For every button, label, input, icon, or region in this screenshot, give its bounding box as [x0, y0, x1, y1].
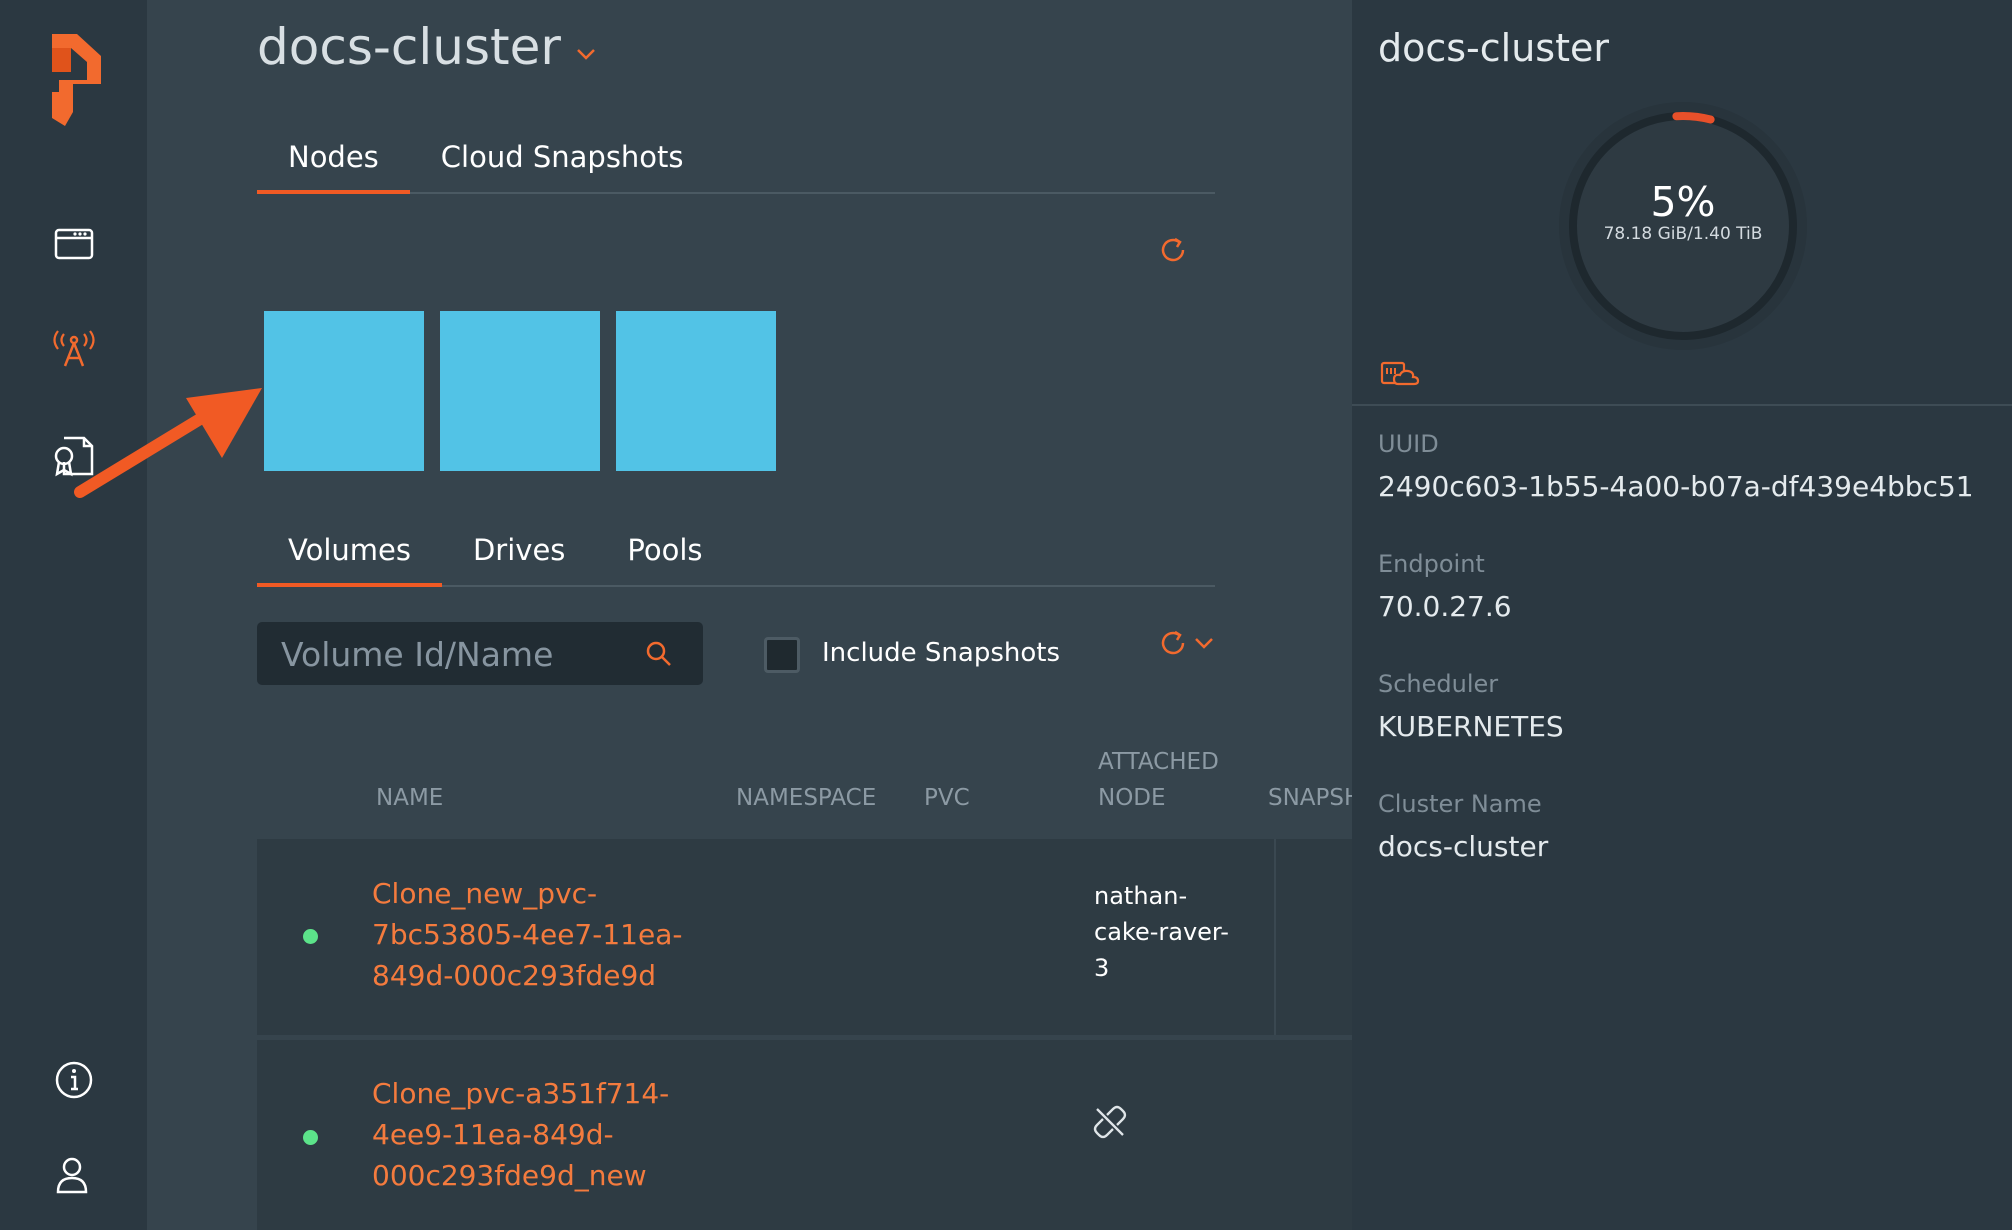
endpoint-value: 70.0.27.6	[1378, 590, 1512, 623]
usage-capacity: 78.18 GiB/1.40 TiB	[1603, 224, 1763, 244]
column-divider	[1274, 839, 1276, 1035]
attached-node: nathan- cake-raver- 3	[1094, 878, 1229, 986]
page-title: docs-cluster	[257, 18, 561, 76]
cloud-storage-icon[interactable]	[1380, 360, 1420, 388]
chevron-down-icon[interactable]	[575, 47, 597, 61]
scheduler-value: KUBERNETES	[1378, 710, 1564, 743]
top-tabs: Nodes Cloud Snapshots	[257, 140, 1215, 194]
tab-cloud-snapshots-label: Cloud Snapshots	[440, 140, 684, 174]
tab-drives-label: Drives	[472, 533, 566, 567]
cluster-name-value: docs-cluster	[1378, 830, 1549, 863]
volume-name-link[interactable]: Clone_new_pvc- 7bc53805-4ee7-11ea- 849d-…	[372, 873, 702, 996]
node-tile[interactable]	[440, 311, 600, 471]
endpoint-label: Endpoint	[1378, 550, 1485, 578]
divider	[1352, 404, 2012, 406]
volume-tabs: Volumes Drives Pools	[257, 533, 1215, 587]
volume-name-line: 7bc53805-4ee7-11ea-	[372, 918, 683, 951]
col-pvc[interactable]: PVC	[924, 780, 970, 816]
refresh-nodes-icon[interactable]	[1157, 234, 1189, 266]
volume-name-line: 849d-000c293fde9d	[372, 959, 657, 992]
scheduler-label: Scheduler	[1378, 670, 1499, 698]
monitoring-icon[interactable]	[50, 326, 98, 374]
annotation-arrow	[74, 388, 262, 498]
sidebar	[0, 0, 147, 1230]
tab-nodes-label: Nodes	[288, 140, 379, 174]
cluster-selector[interactable]: docs-cluster	[257, 18, 597, 76]
table-row[interactable]: Clone_new_pvc- 7bc53805-4ee7-11ea- 849d-…	[257, 839, 1352, 1035]
col-attached-node-line1: ATTACHED	[1098, 749, 1219, 775]
status-online-dot	[303, 929, 318, 944]
info-icon[interactable]	[50, 1056, 98, 1104]
summary-title: docs-cluster	[1378, 26, 1610, 70]
volume-name-line: 000c293fde9d_new	[372, 1159, 647, 1192]
tab-volumes-label: Volumes	[288, 533, 411, 567]
volume-name-line: Clone_new_pvc-	[372, 877, 598, 910]
node-tile[interactable]	[264, 311, 424, 471]
col-attached-node-line2: NODE	[1098, 785, 1166, 811]
tab-pools-label: Pools	[627, 533, 703, 567]
status-online-dot	[303, 1130, 318, 1145]
table-row[interactable]: Clone_pvc-a351f714- 4ee9-11ea-849d- 000c…	[257, 1040, 1352, 1230]
col-snapshots[interactable]: SNAPSH	[1268, 780, 1361, 816]
main-panel: docs-cluster Nodes Cloud Snapshots Volum…	[147, 0, 1361, 1230]
attached-node-line: cake-raver-	[1094, 918, 1229, 946]
col-attached-node[interactable]: ATTACHED NODE	[1098, 744, 1219, 816]
volume-name-line: Clone_pvc-a351f714-	[372, 1077, 670, 1110]
col-namespace[interactable]: NAMESPACE	[736, 780, 876, 816]
search-placeholder: Volume Id/Name	[281, 635, 554, 674]
refresh-icon[interactable]	[1157, 627, 1189, 659]
tab-nodes[interactable]: Nodes	[257, 140, 410, 194]
volume-name-line: 4ee9-11ea-849d-	[372, 1118, 614, 1151]
usage-percent: 5%	[1650, 178, 1716, 226]
attached-node-line: 3	[1094, 954, 1110, 982]
attached-node-line: nathan-	[1094, 882, 1188, 910]
unlink-icon	[1093, 1105, 1127, 1139]
cluster-name-label: Cluster Name	[1378, 790, 1542, 818]
user-icon[interactable]	[50, 1152, 98, 1200]
uuid-label: UUID	[1378, 430, 1439, 458]
uuid-value: 2490c603-1b55-4a00-b07a-df439e4bbc51	[1378, 470, 1974, 503]
include-snapshots-label: Include Snapshots	[822, 638, 1060, 668]
refresh-volumes-dropdown[interactable]	[1157, 627, 1215, 659]
dashboard-icon[interactable]	[50, 220, 98, 268]
tab-cloud-snapshots[interactable]: Cloud Snapshots	[410, 140, 715, 192]
include-snapshots-checkbox[interactable]	[764, 637, 800, 673]
search-icon[interactable]	[645, 640, 673, 668]
node-tile[interactable]	[616, 311, 776, 471]
search-input[interactable]: Volume Id/Name	[257, 622, 703, 685]
tab-drives[interactable]: Drives	[442, 533, 596, 585]
volume-name-link[interactable]: Clone_pvc-a351f714- 4ee9-11ea-849d- 000c…	[372, 1073, 702, 1196]
tab-volumes[interactable]: Volumes	[257, 533, 442, 587]
cluster-summary-panel: docs-cluster 5% 78.18 GiB/1.40 TiB UUID …	[1352, 0, 2012, 1230]
chevron-down-icon[interactable]	[1193, 636, 1215, 650]
portworx-logo[interactable]	[47, 34, 103, 126]
usage-arc	[1672, 112, 1715, 124]
tab-pools[interactable]: Pools	[596, 533, 733, 585]
col-name[interactable]: NAME	[376, 780, 443, 816]
